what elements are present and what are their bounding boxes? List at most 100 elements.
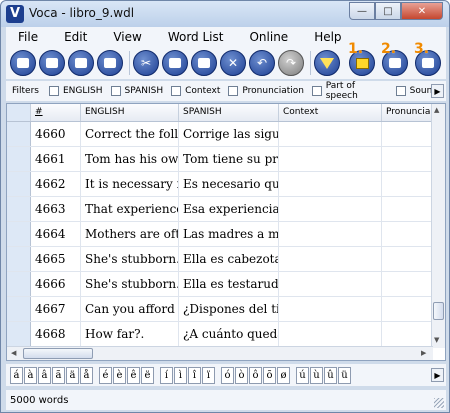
char-i-acute[interactable]: í (160, 366, 173, 384)
row-selector[interactable] (7, 172, 31, 196)
cell-spanish[interactable]: ¿A cuánto queda (179, 322, 279, 346)
menu-file[interactable]: File (18, 30, 38, 44)
cell-english[interactable]: She's stubborn. (81, 247, 179, 271)
char-e-grave[interactable]: è (113, 366, 126, 384)
table-row[interactable]: 4661 Tom has his own Tom tiene su pro (7, 147, 445, 172)
char-o-tilde[interactable]: õ (263, 366, 276, 384)
cell-english[interactable]: How far?. (81, 322, 179, 346)
cell-id[interactable]: 4666 (31, 272, 81, 296)
checkbox[interactable] (311, 86, 322, 96)
save-button[interactable] (68, 50, 94, 76)
cell-context[interactable] (279, 222, 382, 246)
cell-id[interactable]: 4664 (31, 222, 81, 246)
char-a-ring[interactable]: å (80, 366, 93, 384)
cell-spanish[interactable]: Tom tiene su pro (179, 147, 279, 171)
cell-id[interactable]: 4662 (31, 172, 81, 196)
new-file-button[interactable] (10, 50, 36, 76)
header-number[interactable]: # (31, 104, 81, 121)
checkbox[interactable] (110, 86, 121, 96)
toolbar-button-3[interactable]: 3. (414, 41, 441, 76)
char-a-grave[interactable]: à (24, 366, 37, 384)
scroll-left-icon[interactable]: ◀ (11, 349, 16, 357)
app-logo-icon[interactable]: V (6, 5, 24, 23)
filter-part-of-speech[interactable]: Part of speech (311, 81, 388, 101)
char-i-grave[interactable]: ì (174, 366, 187, 384)
header-english[interactable]: ENGLISH (81, 104, 179, 121)
cell-context[interactable] (279, 247, 382, 271)
delete-button[interactable]: ✕ (220, 50, 246, 76)
cell-english[interactable]: Correct the follo (81, 122, 179, 146)
cell-id[interactable]: 4660 (31, 122, 81, 146)
row-selector[interactable] (7, 222, 31, 246)
toolbar-button-2[interactable]: 2. (381, 41, 408, 76)
redo-button[interactable]: ↷ (278, 50, 304, 76)
cell-id[interactable]: 4667 (31, 297, 81, 321)
menu-word-list[interactable]: Word List (168, 30, 224, 44)
cell-english[interactable]: It is necessary fo (81, 172, 179, 196)
close-button[interactable]: ✕ (401, 2, 443, 20)
char-e-circumflex[interactable]: ê (127, 366, 140, 384)
char-u-circumflex[interactable]: û (324, 366, 337, 384)
filter-context[interactable]: Context (171, 86, 220, 96)
checkbox[interactable] (228, 86, 239, 96)
cell-context[interactable] (279, 272, 382, 296)
checkbox[interactable] (395, 86, 406, 96)
table-row[interactable]: 4663 That experience Esa experiencia (7, 197, 445, 222)
char-i-circumflex[interactable]: î (188, 366, 201, 384)
row-selector[interactable] (7, 122, 31, 146)
undo-button[interactable]: ↶ (249, 50, 275, 76)
scroll-up-icon[interactable]: ▲ (434, 106, 439, 114)
char-a-circumflex[interactable]: â (38, 366, 51, 384)
char-a-acute[interactable]: á (10, 366, 23, 384)
cell-english[interactable]: Tom has his own (81, 147, 179, 171)
row-selector[interactable] (7, 272, 31, 296)
cell-english[interactable]: Mothers are ofte (81, 222, 179, 246)
table-row[interactable]: 4668 How far?. ¿A cuánto queda (7, 322, 445, 347)
filter-scroll-right-button[interactable]: ▶ (431, 84, 444, 98)
vertical-scrollbar[interactable]: ▲ ▼ (431, 104, 445, 348)
row-selector[interactable] (7, 247, 31, 271)
cell-spanish[interactable]: Las madres a me (179, 222, 279, 246)
table-row[interactable]: 4660 Correct the follo Corrige las sigui (7, 122, 445, 147)
maximize-button[interactable]: □ (375, 2, 401, 20)
char-o-slash[interactable]: ø (277, 366, 290, 384)
cell-context[interactable] (279, 122, 382, 146)
char-a-umlaut[interactable]: ä (66, 366, 79, 384)
cut-button[interactable]: ✂ (133, 50, 159, 76)
cell-context[interactable] (279, 172, 382, 196)
cell-spanish[interactable]: Esa experiencia (179, 197, 279, 221)
char-u-acute[interactable]: ú (296, 366, 309, 384)
filter-english[interactable]: ENGLISH (48, 86, 103, 96)
table-row[interactable]: 4662 It is necessary fo Es necesario que (7, 172, 445, 197)
header-spanish[interactable]: SPANISH (179, 104, 279, 121)
horizontal-scroll-thumb[interactable] (23, 348, 93, 359)
cell-id[interactable]: 4661 (31, 147, 81, 171)
copy-button[interactable] (162, 50, 188, 76)
vertical-scroll-thumb[interactable] (433, 302, 444, 320)
char-e-acute[interactable]: é (99, 366, 112, 384)
menu-edit[interactable]: Edit (64, 30, 87, 44)
cell-id[interactable]: 4668 (31, 322, 81, 346)
cell-english[interactable]: She's stubborn. (81, 272, 179, 296)
char-o-acute[interactable]: ó (221, 366, 234, 384)
checkbox[interactable] (48, 86, 59, 96)
filter-button[interactable] (314, 50, 340, 76)
menu-online[interactable]: Online (249, 30, 288, 44)
minimize-button[interactable]: — (349, 2, 375, 20)
char-u-umlaut[interactable]: ü (338, 366, 351, 384)
resize-grip-icon[interactable] (434, 398, 444, 408)
char-a-tilde[interactable]: ã (52, 366, 65, 384)
cell-spanish[interactable]: Ella es testaruda. (179, 272, 279, 296)
char-o-grave[interactable]: ò (235, 366, 248, 384)
cell-spanish[interactable]: Corrige las sigui (179, 122, 279, 146)
char-o-circumflex[interactable]: ô (249, 366, 262, 384)
cell-spanish[interactable]: Ella es cabezota. (179, 247, 279, 271)
export-button[interactable] (97, 50, 123, 76)
chars-scroll-right-button[interactable]: ▶ (431, 368, 444, 382)
open-file-button[interactable] (39, 50, 65, 76)
row-selector[interactable] (7, 197, 31, 221)
table-row[interactable]: 4666 She's stubborn. Ella es testaruda. (7, 272, 445, 297)
row-selector[interactable] (7, 147, 31, 171)
cell-context[interactable] (279, 322, 382, 346)
menu-view[interactable]: View (113, 30, 141, 44)
